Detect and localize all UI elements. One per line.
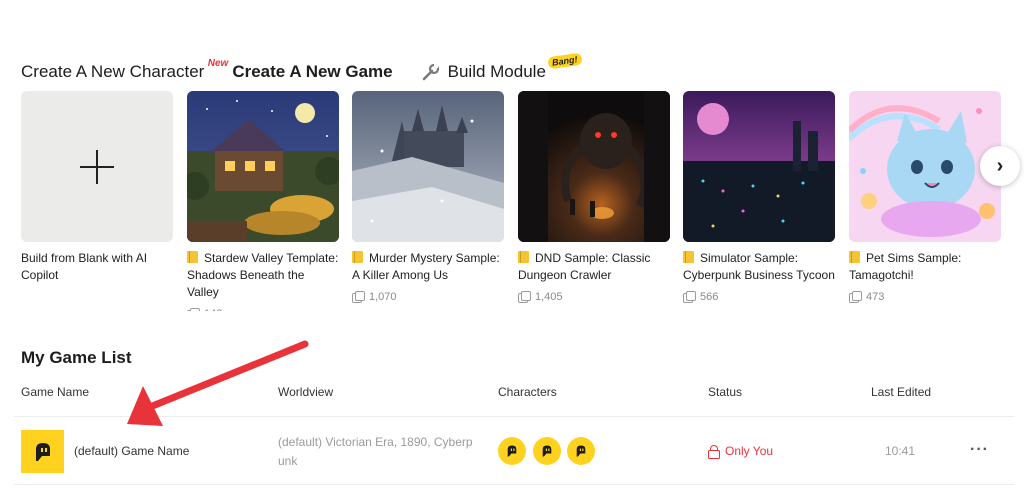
pet-sims-creature-image: [849, 91, 1001, 242]
tab-create-character[interactable]: Create A New Character New: [21, 58, 228, 82]
book-icon: [683, 251, 694, 263]
game-worldview: (default) Victorian Era, 1890, Cyberpunk: [278, 435, 473, 468]
card-title-text: Murder Mystery Sample: A Killer Among Us: [352, 251, 500, 282]
table-header: Game Name Worldview Characters Status La…: [0, 385, 1024, 399]
ghost-logo-icon: [576, 445, 586, 457]
card-cyberpunk[interactable]: Simulator Sample: Cyberpunk Business Tyc…: [683, 91, 835, 303]
game-list-title: My Game List: [21, 348, 132, 367]
card-stardew-valley[interactable]: Stardew Valley Template: Shadows Beneath…: [187, 91, 339, 311]
row-divider: [14, 484, 1014, 485]
card-title-text: Stardew Valley Template: Shadows Beneath…: [187, 251, 339, 299]
murder-mystery-castle-image: [352, 91, 504, 242]
cyberpunk-city-image: [683, 91, 835, 242]
carousel-next-button[interactable]: ›: [980, 146, 1020, 186]
card-count-value: 1,070: [369, 291, 397, 303]
card-count: 1,405: [518, 291, 670, 303]
card-thumbnail: [518, 91, 670, 242]
game-name: (default) Game Name: [74, 444, 190, 458]
create-tabs: Create A New Character New Create A New …: [21, 52, 583, 82]
book-icon: [187, 251, 198, 263]
card-title: Stardew Valley Template: Shadows Beneath…: [187, 250, 339, 301]
tab-build-module[interactable]: Build Module Bang!: [421, 52, 583, 82]
character-avatar[interactable]: [533, 437, 561, 465]
stardew-cottage-image: [187, 91, 339, 242]
card-count-value: 1,405: [535, 291, 563, 303]
status-text: Only You: [725, 444, 774, 458]
card-thumbnail: [683, 91, 835, 242]
card-count: 142: [187, 308, 339, 311]
tab-create-game-label: Create A New Game: [232, 62, 393, 81]
card-thumbnail: [352, 91, 504, 242]
column-last-edited: Last Edited: [871, 385, 932, 399]
tab-build-module-label: Build Module: [447, 62, 546, 81]
copy-icon: [352, 291, 365, 303]
template-carousel: Build from Blank with AI Copilot Stardew…: [21, 91, 1024, 311]
column-status: Status: [708, 385, 743, 399]
card-title-text: Pet Sims Sample: Tamagotchi!: [849, 251, 962, 282]
wrench-icon: [422, 63, 439, 81]
column-game-name: Game Name: [21, 385, 90, 399]
card-thumbnail: [187, 91, 339, 242]
bang-badge: Bang!: [547, 52, 583, 70]
dungeon-monster-image: [518, 91, 670, 242]
status-badge: Only You: [708, 444, 774, 459]
book-icon: [352, 251, 363, 263]
copy-icon: [518, 291, 531, 303]
tab-create-game[interactable]: Create A New Game: [232, 62, 392, 82]
ghost-logo-icon: [542, 445, 552, 457]
ghost-logo-icon: [35, 442, 50, 461]
copy-icon: [683, 291, 696, 303]
copy-icon: [187, 308, 200, 311]
card-title: Build from Blank with AI Copilot: [21, 251, 148, 282]
character-avatar[interactable]: [567, 437, 595, 465]
card-count: 473: [849, 291, 1001, 303]
card-title: Murder Mystery Sample: A Killer Among Us: [352, 250, 504, 284]
more-options-icon[interactable]: ···: [970, 441, 990, 458]
last-edited-time: 10:41: [885, 444, 916, 458]
card-count-value: 473: [866, 291, 885, 303]
column-characters: Characters: [498, 385, 557, 399]
table-row[interactable]: (default) Game Name (default) Victorian …: [0, 417, 1024, 485]
new-badge: New: [207, 58, 229, 69]
card-count: 566: [683, 291, 835, 303]
card-thumbnail: [21, 91, 173, 242]
lock-icon: [708, 445, 720, 459]
card-title: Pet Sims Sample: Tamagotchi!: [849, 250, 1001, 284]
card-count: 1,070: [352, 291, 504, 303]
card-build-from-blank[interactable]: Build from Blank with AI Copilot: [21, 91, 173, 284]
copy-icon: [849, 291, 862, 303]
card-count-value: 566: [700, 291, 719, 303]
book-icon: [849, 251, 860, 263]
card-dnd[interactable]: DND Sample: Classic Dungeon Crawler 1,40…: [518, 91, 670, 303]
chevron-right-icon: ›: [996, 155, 1004, 177]
card-pet-sims[interactable]: Pet Sims Sample: Tamagotchi! 473: [849, 91, 1001, 303]
ghost-logo-icon: [507, 445, 517, 457]
book-icon: [518, 251, 529, 263]
tab-create-character-label: Create A New Character: [21, 62, 205, 81]
card-title-text: DND Sample: Classic Dungeon Crawler: [518, 251, 651, 282]
game-thumbnail: [21, 430, 64, 473]
card-title-text: Simulator Sample: Cyberpunk Business Tyc…: [683, 251, 835, 282]
card-count-value: 142: [204, 308, 222, 311]
card-thumbnail: [849, 91, 1001, 242]
card-title: DND Sample: Classic Dungeon Crawler: [518, 250, 670, 284]
card-murder-mystery[interactable]: Murder Mystery Sample: A Killer Among Us…: [352, 91, 504, 303]
column-worldview: Worldview: [278, 385, 334, 399]
plus-icon: [80, 149, 114, 184]
card-title: Simulator Sample: Cyberpunk Business Tyc…: [683, 250, 835, 284]
character-avatar[interactable]: [498, 437, 526, 465]
